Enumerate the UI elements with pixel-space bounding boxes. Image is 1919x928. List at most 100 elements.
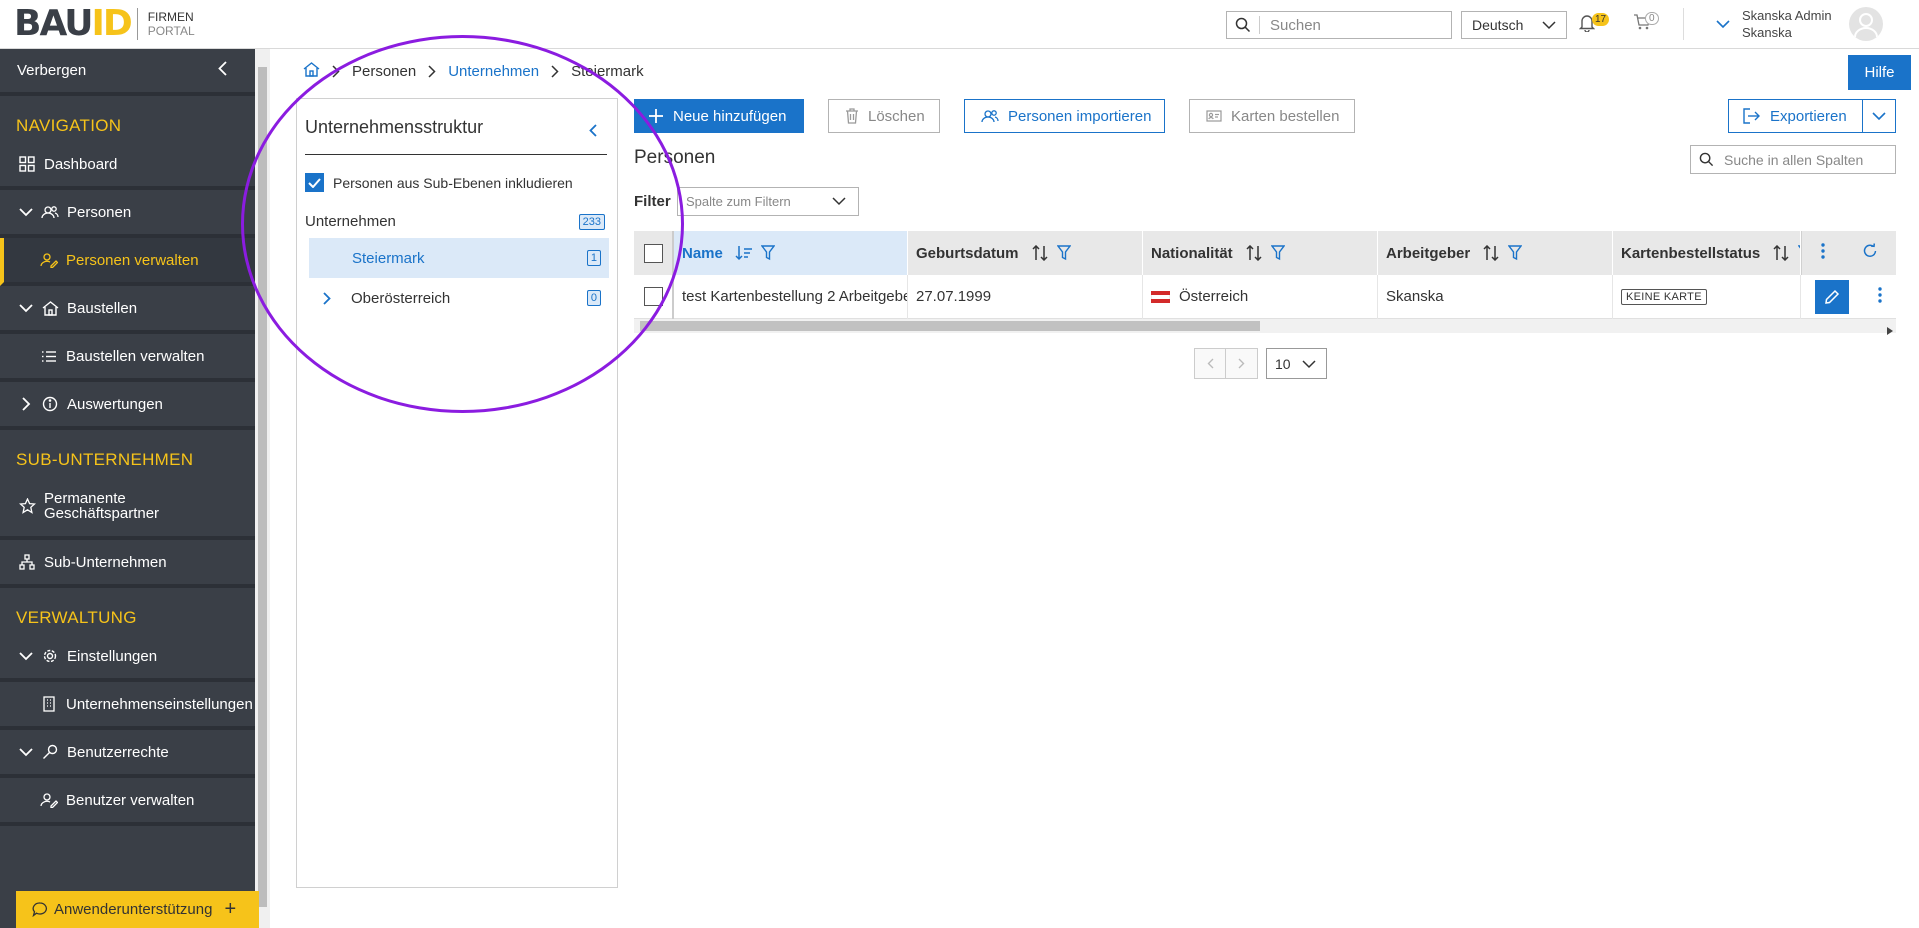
sidebar-scrollbar-thumb[interactable]: [258, 67, 267, 907]
add-new-button[interactable]: Neue hinzufügen: [634, 99, 804, 133]
page-size-select[interactable]: 10: [1266, 348, 1327, 379]
sidebar-item-label: Personen: [67, 203, 132, 221]
user-menu[interactable]: Skanska Admin Skanska: [1716, 7, 1832, 41]
tree-root[interactable]: Unternehmen 233: [305, 213, 605, 230]
table-row[interactable]: test Kartenbestellung 2 Arbeitgeber 27.0…: [634, 274, 1896, 319]
global-search[interactable]: [1226, 11, 1452, 39]
export-button[interactable]: Exportieren: [1728, 99, 1863, 133]
sidebar-item-baustellen-verwalten[interactable]: Baustellen verwalten: [0, 334, 255, 382]
chevron-right-icon[interactable]: [323, 291, 331, 305]
sidebar-item-permanente-geschaeftspartner[interactable]: Permanente Geschäftspartner: [0, 476, 255, 540]
more-vertical-icon[interactable]: [1878, 286, 1882, 307]
include-sub-checkbox[interactable]: [305, 173, 324, 192]
help-button[interactable]: Hilfe: [1848, 55, 1911, 90]
column-header-employer[interactable]: Arbeitgeber: [1378, 231, 1613, 275]
sidebar-item-benutzer-verwalten[interactable]: Benutzer verwalten: [0, 778, 255, 826]
refresh-icon[interactable]: [1862, 243, 1878, 263]
edit-button[interactable]: [1815, 279, 1850, 314]
sidebar-scrollbar[interactable]: [255, 49, 270, 928]
sidebar-item-auswertungen[interactable]: Auswertungen: [0, 382, 255, 430]
breadcrumb-personen[interactable]: Personen: [352, 63, 416, 80]
sidebar-item-label: Einstellungen: [67, 647, 158, 665]
collapse-panel-icon[interactable]: [589, 121, 597, 142]
filter-icon[interactable]: [760, 245, 775, 261]
sidebar-hide-toggle[interactable]: Verbergen: [0, 49, 255, 96]
users-icon: [981, 109, 999, 123]
delete-button[interactable]: Löschen: [828, 99, 940, 133]
sidebar-item-label: Dashboard: [44, 155, 118, 173]
search-all-placeholder: Suche in allen Spalten: [1724, 151, 1864, 168]
structure-title: Unternehmensstruktur: [305, 117, 484, 137]
sort-icon[interactable]: [1772, 245, 1790, 261]
sort-desc-icon[interactable]: [735, 245, 753, 261]
search-icon: [1699, 152, 1714, 167]
chevron-down-icon: [1716, 16, 1730, 33]
breadcrumb-unternehmen[interactable]: Unternehmen: [448, 63, 539, 80]
home-icon[interactable]: [303, 62, 320, 81]
order-cards-button[interactable]: Karten bestellen: [1189, 99, 1355, 133]
sidebar-item-unternehmenseinstellungen[interactable]: Unternehmenseinstellungen: [0, 682, 255, 730]
sidebar-item-label: Personen verwalten: [66, 251, 199, 269]
sidebar-item-label: Benutzerrechte: [67, 743, 169, 761]
pencil-icon: [1825, 289, 1840, 304]
select-all-checkbox[interactable]: [644, 243, 663, 263]
column-birth-label: Geburtsdatum: [916, 244, 1019, 262]
sort-icon[interactable]: [1031, 245, 1049, 261]
more-vertical-icon[interactable]: [1820, 243, 1825, 263]
next-page-button[interactable]: [1226, 348, 1258, 379]
include-sub-levels[interactable]: Personen aus Sub-Ebenen inkludieren: [305, 173, 573, 192]
status-badge: KEINE KARTE: [1621, 288, 1707, 305]
column-header-birthdate[interactable]: Geburtsdatum: [908, 231, 1143, 275]
import-persons-button[interactable]: Personen importieren: [964, 99, 1165, 133]
search-input[interactable]: [1270, 16, 1440, 34]
sidebar: Verbergen NAVIGATION Dashboard Personen …: [0, 49, 255, 928]
users-icon: [39, 205, 61, 219]
language-select[interactable]: Deutsch: [1461, 11, 1567, 39]
column-header-name[interactable]: Name: [674, 231, 908, 275]
filter-icon[interactable]: [1270, 245, 1285, 261]
breadcrumb: Personen Unternehmen Steiermark: [303, 62, 644, 81]
cell-employer: Skanska: [1378, 274, 1613, 319]
chat-icon: [32, 902, 48, 917]
sidebar-item-dashboard[interactable]: Dashboard: [0, 142, 255, 190]
sidebar-item-baustellen[interactable]: Baustellen: [0, 286, 255, 334]
sidebar-item-personen[interactable]: Personen: [0, 190, 255, 238]
delete-label: Löschen: [868, 107, 925, 125]
filter-column-select[interactable]: Spalte zum Filtern: [677, 187, 859, 216]
sort-icon[interactable]: [1482, 245, 1500, 261]
scroll-right-icon[interactable]: [1887, 322, 1893, 339]
support-button[interactable]: Anwenderunterstützung +: [16, 891, 259, 928]
key-icon: [39, 744, 61, 760]
structure-panel: Unternehmensstruktur Personen aus Sub-Eb…: [296, 98, 618, 888]
sidebar-item-einstellungen[interactable]: Einstellungen: [0, 634, 255, 682]
table-scrollbar-thumb[interactable]: [640, 321, 1260, 331]
export-dropdown-button[interactable]: [1862, 99, 1896, 133]
column-name-label: Name: [682, 244, 723, 262]
logo-subtitle: FIRMEN PORTAL: [148, 10, 195, 38]
include-sub-label: Personen aus Sub-Ebenen inkludieren: [333, 174, 573, 191]
sidebar-item-personen-verwalten[interactable]: Personen verwalten: [0, 238, 255, 286]
tree-node-oberoesterreich[interactable]: Oberösterreich 0: [309, 278, 609, 318]
logo[interactable]: BAUID FIRMEN PORTAL: [14, 6, 195, 42]
sidebar-item-label: Auswertungen: [67, 395, 163, 413]
sidebar-item-label: Sub-Unternehmen: [44, 553, 167, 571]
table-horizontal-scrollbar[interactable]: [634, 319, 1896, 335]
sidebar-item-sub-unternehmen[interactable]: Sub-Unternehmen: [0, 540, 255, 588]
avatar[interactable]: [1849, 7, 1883, 41]
structure-header: Unternehmensstruktur: [305, 117, 607, 155]
prev-page-button[interactable]: [1194, 348, 1226, 379]
cell-actions: [1801, 275, 1896, 319]
search-all-columns[interactable]: Suche in allen Spalten: [1690, 145, 1896, 174]
sort-icon[interactable]: [1245, 245, 1263, 261]
filter-icon[interactable]: [1508, 245, 1523, 261]
tree-node-label: Steiermark: [352, 249, 425, 267]
column-header-nationality[interactable]: Nationalität: [1143, 231, 1378, 275]
filter-icon[interactable]: [1056, 245, 1071, 261]
cell-birthdate: 27.07.1999: [908, 274, 1143, 319]
column-header-card-status[interactable]: Kartenbestellstatus: [1613, 231, 1801, 275]
sidebar-item-benutzerrechte[interactable]: Benutzerrechte: [0, 730, 255, 778]
row-checkbox[interactable]: [644, 287, 663, 306]
tree-node-steiermark[interactable]: Steiermark 1: [309, 238, 609, 278]
column-nation-label: Nationalität: [1151, 244, 1233, 262]
grid-icon: [16, 156, 38, 172]
